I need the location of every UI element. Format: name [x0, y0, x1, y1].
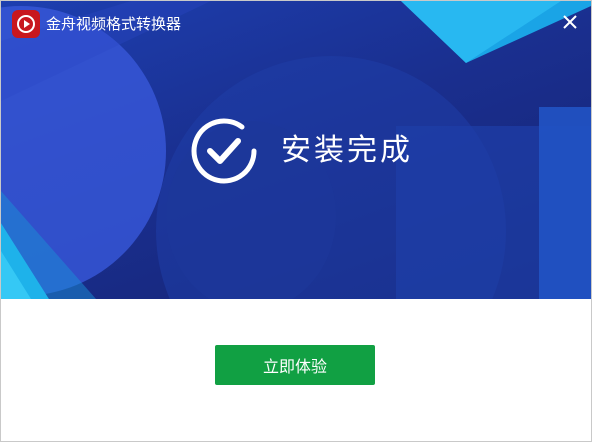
window-title: 金舟视频格式转换器	[46, 15, 182, 33]
start-experience-button[interactable]: 立即体验	[215, 345, 375, 385]
installer-window: 金舟视频格式转换器 安装完成 立即体验	[0, 0, 592, 442]
check-circle-icon	[191, 118, 257, 184]
title-bar: 金舟视频格式转换器	[1, 1, 591, 45]
hero-banner: 金舟视频格式转换器 安装完成	[1, 1, 591, 299]
close-button[interactable]	[559, 11, 581, 33]
install-complete-text: 安装完成	[281, 133, 413, 168]
close-icon	[563, 15, 577, 29]
play-logo-icon	[12, 10, 40, 38]
